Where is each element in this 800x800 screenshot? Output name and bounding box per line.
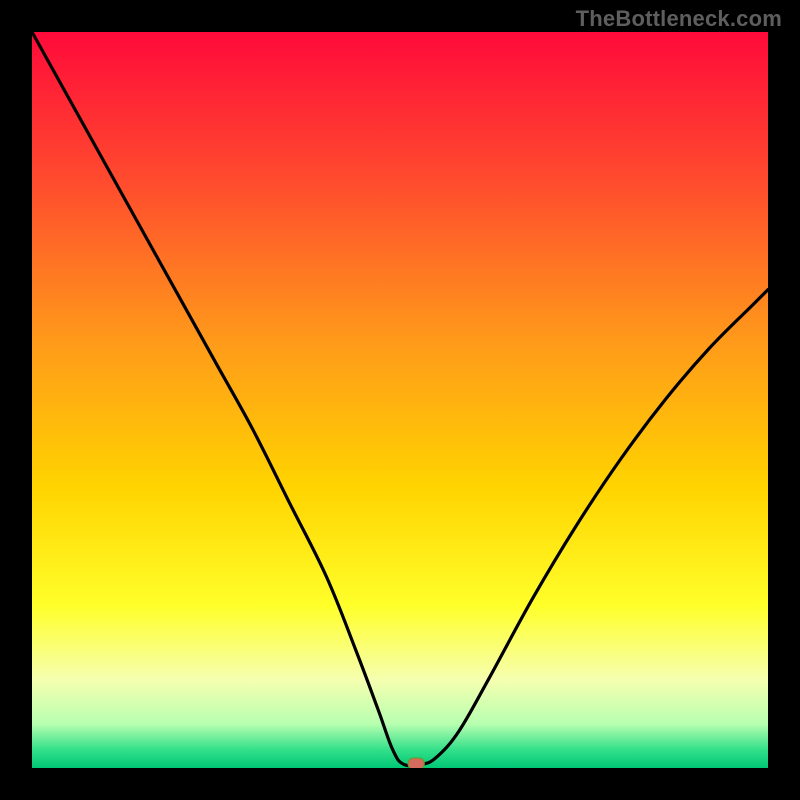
plot-area [32, 32, 768, 768]
chart-frame: TheBottleneck.com [0, 0, 800, 800]
gradient-background [32, 32, 768, 768]
optimal-point-marker [408, 758, 424, 768]
watermark-label: TheBottleneck.com [576, 6, 782, 32]
gradient-chart [32, 32, 768, 768]
